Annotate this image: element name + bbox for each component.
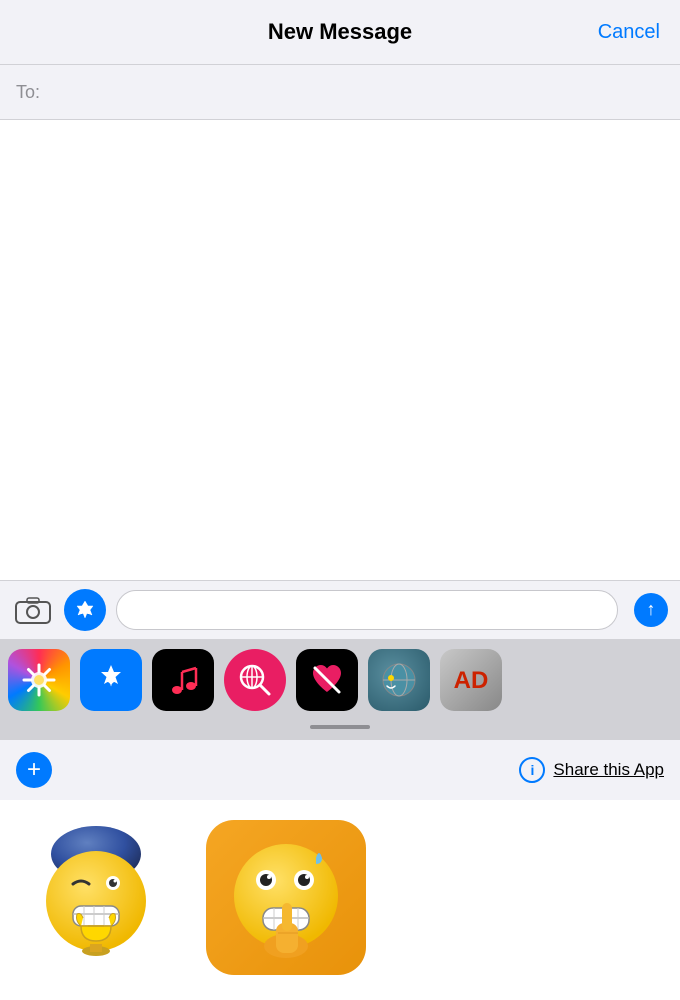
to-label: To: (16, 82, 40, 103)
svg-text:✦: ✦ (106, 675, 116, 689)
svg-text:AD: AD (454, 667, 489, 694)
app-icon-websearch[interactable] (224, 649, 286, 711)
share-app-label[interactable]: Share this App (553, 760, 664, 780)
send-icon: ↑ (647, 600, 656, 618)
app-icon-heart[interactable] (296, 649, 358, 711)
input-toolbar: A ↑ (0, 580, 680, 639)
app-icon-photos[interactable] (8, 649, 70, 711)
app-icon-music[interactable] (152, 649, 214, 711)
info-icon: i (519, 757, 545, 783)
sticker-winking-trophy[interactable] (16, 820, 176, 980)
recipient-input[interactable] (48, 82, 664, 103)
app-icon-ad[interactable]: AD (440, 649, 502, 711)
camera-button[interactable] (12, 589, 54, 631)
add-button[interactable]: + (16, 752, 52, 788)
send-button[interactable]: ↑ (634, 593, 668, 627)
message-input[interactable] (131, 601, 603, 619)
message-body (0, 120, 680, 580)
to-field: To: (0, 65, 680, 120)
stickers-area (0, 800, 680, 1000)
header: New Message Cancel (0, 0, 680, 65)
plus-icon: + (27, 758, 41, 782)
sticker-scared-hush[interactable] (206, 820, 366, 975)
cancel-button[interactable]: Cancel (598, 21, 660, 44)
bottom-bar: + i Share this App (0, 739, 680, 800)
appstore-small-button[interactable]: A (64, 589, 106, 631)
scroll-indicator-bar (0, 717, 680, 739)
svg-text:A: A (80, 602, 90, 617)
scroll-indicator (310, 725, 370, 729)
message-input-wrapper (116, 590, 618, 630)
share-app-button[interactable]: i Share this App (519, 757, 664, 783)
app-icon-appstore[interactable]: ✦ (80, 649, 142, 711)
app-icon-globe[interactable] (368, 649, 430, 711)
page-title: New Message (268, 19, 412, 45)
app-strip: ✦ (0, 639, 680, 717)
